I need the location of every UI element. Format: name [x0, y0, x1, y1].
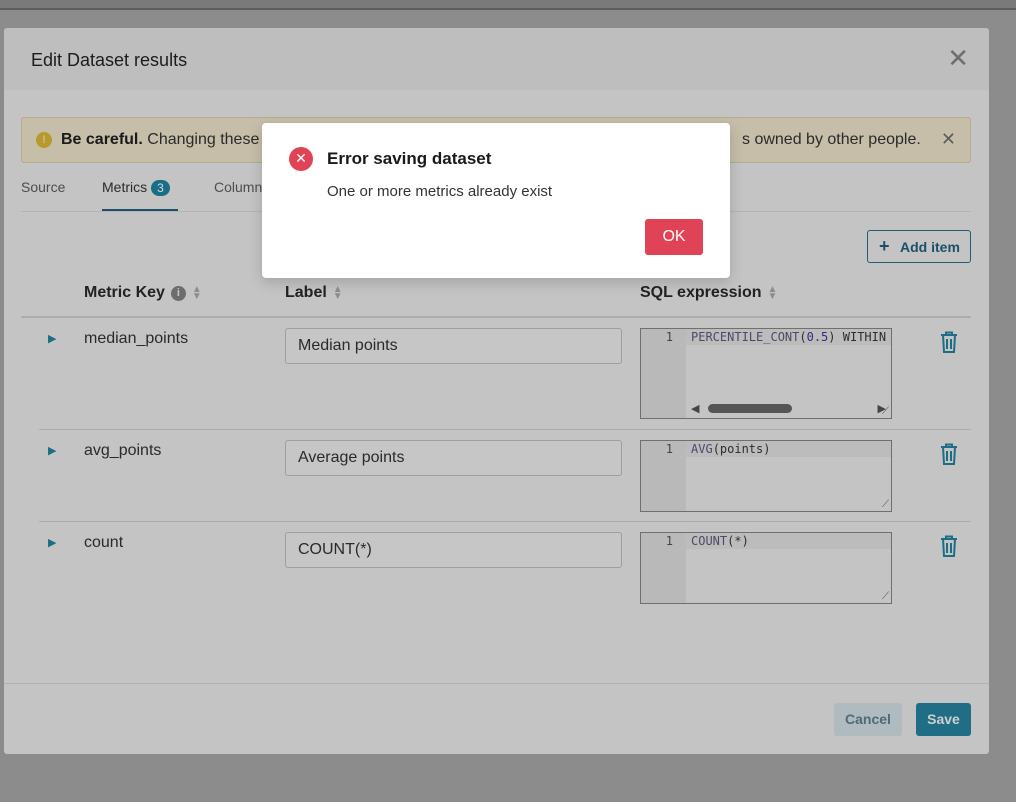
metric-key: median_points — [84, 330, 189, 347]
scrollbar-thumb[interactable] — [708, 404, 792, 413]
warning-icon: ! — [36, 132, 52, 148]
tab-metrics[interactable]: Metrics 3 — [102, 178, 178, 211]
resize-grip-icon[interactable]: ⟋ — [882, 499, 889, 510]
alert-text: Be careful. Changing these — [61, 131, 259, 149]
tab-columns[interactable]: Column — [214, 178, 262, 211]
horizontal-scrollbar[interactable]: ◀ ▶ — [691, 402, 886, 415]
line-number: 1 — [665, 442, 673, 456]
metrics-count-badge: 3 — [151, 180, 170, 196]
label-input[interactable]: Average points — [285, 440, 622, 476]
plus-icon: + — [879, 236, 890, 256]
ok-button[interactable]: OK — [645, 219, 703, 255]
resize-grip-icon[interactable]: ⟋ — [882, 591, 889, 602]
alert-body: Changing these — [142, 131, 260, 148]
sql-code[interactable]: AVG(points) — [691, 441, 770, 457]
background-app-header — [0, 0, 1016, 10]
header-label-column[interactable]: Label ▲ ▼ — [285, 284, 343, 302]
metric-key: avg_points — [84, 442, 162, 459]
add-item-label: Add item — [900, 239, 960, 255]
error-icon: ✕ — [289, 147, 313, 171]
expand-caret-icon[interactable]: ▶ — [48, 332, 56, 345]
error-dialog: ✕ Error saving dataset One or more metri… — [262, 123, 730, 278]
scroll-left-icon[interactable]: ◀ — [691, 402, 699, 415]
tab-label: Source — [21, 179, 66, 195]
trash-icon[interactable] — [938, 442, 960, 466]
modal-header: Edit Dataset results ✕ — [4, 28, 989, 90]
save-button[interactable]: Save — [916, 703, 971, 736]
sql-code[interactable]: COUNT(*) — [691, 533, 749, 549]
error-message: One or more metrics already exist — [327, 183, 553, 200]
info-icon[interactable]: i — [170, 286, 186, 301]
sql-editor[interactable]: 1 COUNT(*) ⟋ — [640, 532, 892, 604]
expand-caret-icon[interactable]: ▶ — [48, 536, 56, 549]
sql-editor[interactable]: 1 PERCENTILE_CONT(0.5) WITHIN ◀ ▶ ⟋ — [640, 328, 892, 419]
tab-source[interactable]: Source — [21, 178, 65, 211]
modal-footer: Cancel Save — [4, 683, 989, 754]
tab-label: Column — [214, 179, 263, 195]
table-row: ▶ median_points Median points 1 PERCENTI… — [21, 318, 971, 429]
header-sql-expression[interactable]: SQL expression ▲ ▼ — [640, 284, 777, 302]
alert-bold: Be careful. — [61, 131, 143, 148]
cancel-button[interactable]: Cancel — [834, 703, 902, 736]
header-label: SQL expression — [640, 284, 762, 301]
table-row: ▶ count COUNT(*) 1 COUNT(*) ⟋ — [39, 521, 971, 613]
header-label: Metric Key — [84, 284, 165, 301]
label-input[interactable]: COUNT(*) — [285, 532, 622, 568]
expand-caret-icon[interactable]: ▶ — [48, 444, 56, 457]
sort-icon[interactable]: ▲ ▼ — [333, 284, 343, 301]
sql-code[interactable]: PERCENTILE_CONT(0.5) WITHIN — [691, 329, 886, 345]
tab-label: Metrics — [102, 179, 148, 195]
add-item-button[interactable]: + Add item — [867, 230, 971, 263]
trash-icon[interactable] — [938, 330, 960, 354]
alert-close-icon[interactable]: ✕ — [941, 129, 956, 150]
sort-icon[interactable]: ▲ ▼ — [192, 284, 202, 301]
close-icon[interactable]: ✕ — [947, 46, 969, 72]
line-number: 1 — [665, 330, 673, 344]
modal-title: Edit Dataset results — [31, 50, 188, 70]
alert-text-tail: s owned by other people. — [742, 131, 921, 148]
sort-icon[interactable]: ▲ ▼ — [768, 284, 778, 301]
sql-editor[interactable]: 1 AVG(points) ⟋ — [640, 440, 892, 512]
resize-grip-icon[interactable]: ⟋ — [882, 406, 889, 417]
table-row: ▶ avg_points Average points 1 AVG(points… — [39, 429, 971, 521]
trash-icon[interactable] — [938, 534, 960, 558]
header-metric-key[interactable]: Metric Key i ▲ ▼ — [84, 284, 202, 302]
line-number: 1 — [665, 534, 673, 548]
metric-key: count — [84, 534, 124, 551]
header-label: Label — [285, 284, 327, 301]
metrics-table-header: Metric Key i ▲ ▼ Label ▲ ▼ SQL expression ▲ ▼ — [21, 278, 971, 318]
label-input[interactable]: Median points — [285, 328, 622, 364]
error-title: Error saving dataset — [327, 149, 492, 168]
